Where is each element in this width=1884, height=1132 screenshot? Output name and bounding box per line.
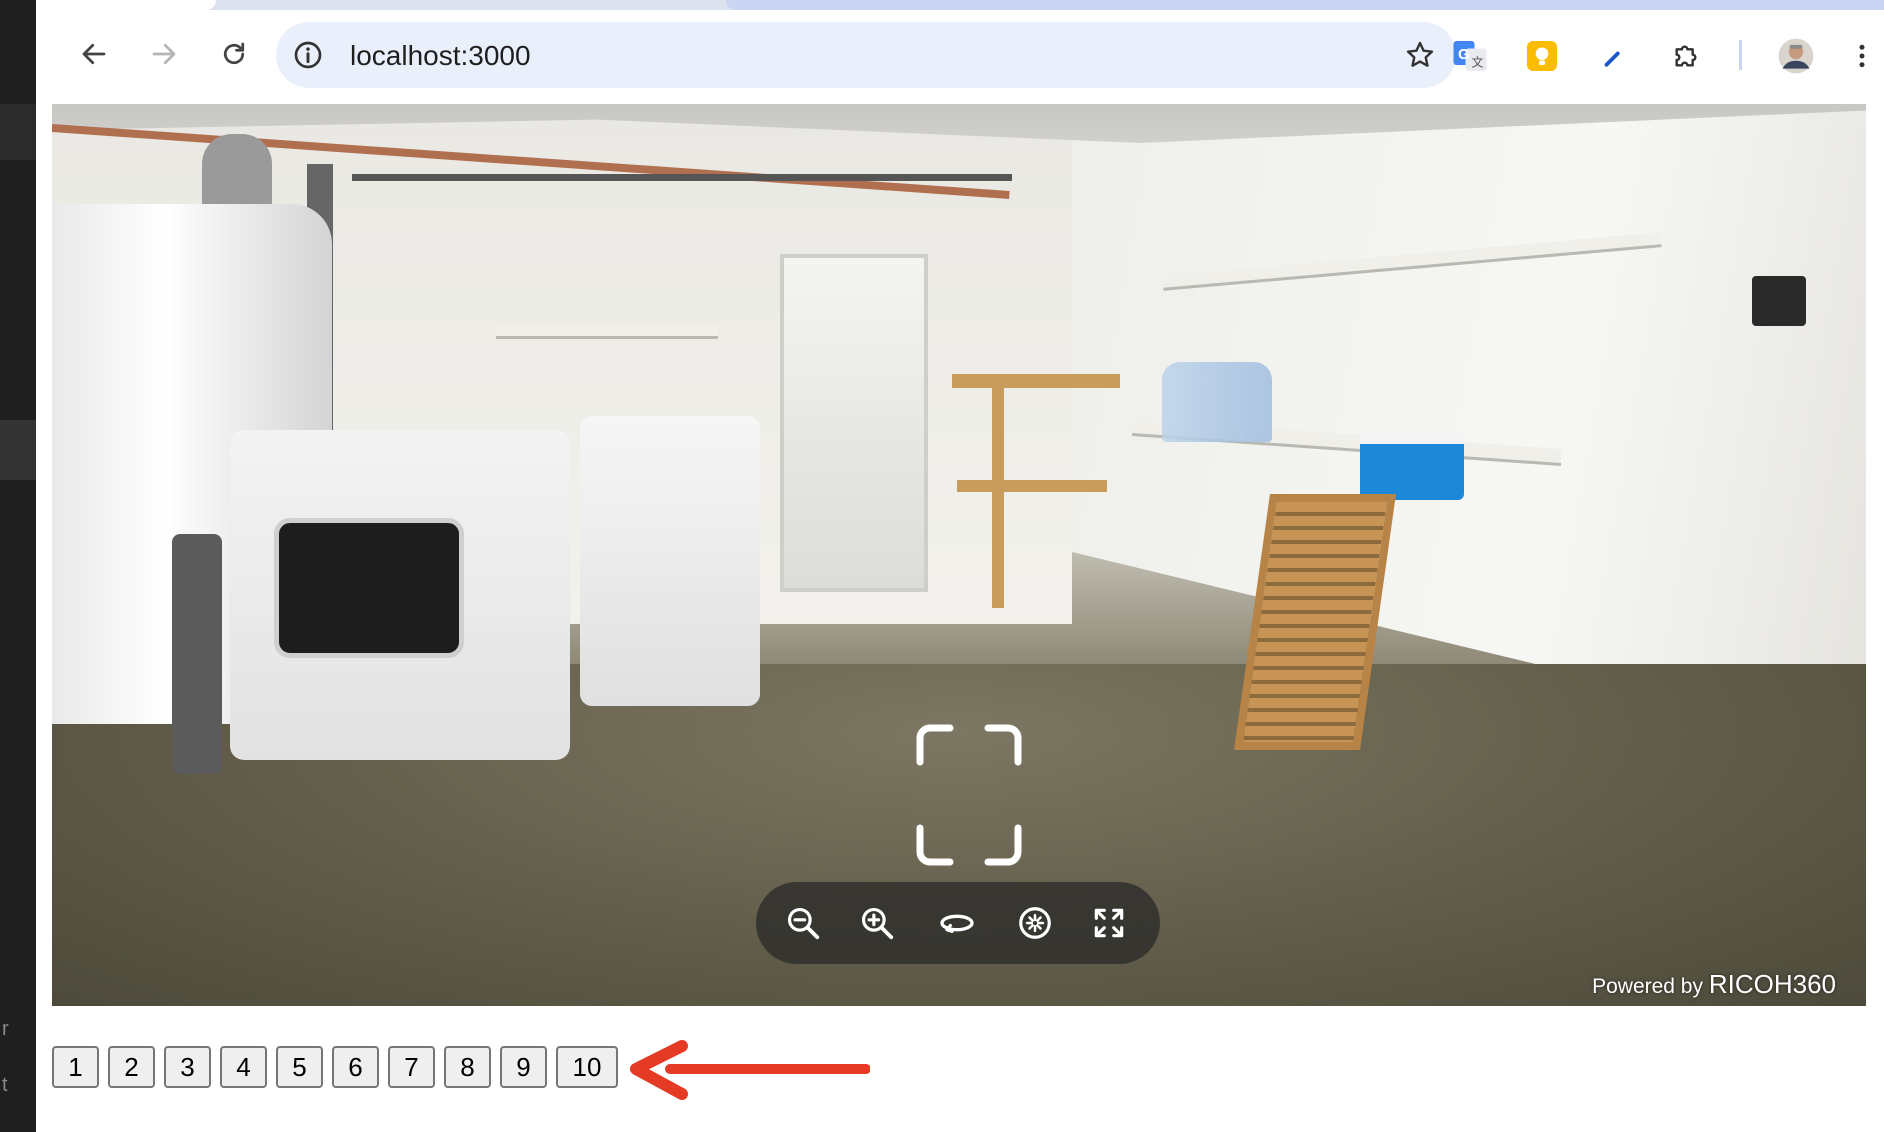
- reload-button[interactable]: [212, 32, 256, 76]
- scene-flue: [172, 534, 222, 774]
- star-icon: [1406, 41, 1434, 67]
- rotate-icon: [940, 914, 974, 933]
- rotate-button[interactable]: [932, 898, 982, 948]
- svg-text:G: G: [1458, 46, 1470, 63]
- url-text[interactable]: localhost:3000: [350, 40, 531, 72]
- inactive-tab[interactable]: [726, 0, 1884, 10]
- scene-dryer: [230, 430, 570, 760]
- extensions-button[interactable]: [1666, 36, 1706, 76]
- background-window-glyph: t: [2, 1074, 8, 1096]
- fullscreen-button[interactable]: [1084, 898, 1134, 948]
- arrow-right-icon: [152, 43, 176, 65]
- scene-water-bottles: [1162, 362, 1272, 442]
- page-button-5[interactable]: 5: [276, 1046, 323, 1088]
- active-tab[interactable]: [36, 0, 216, 10]
- scene-washer: [580, 416, 760, 706]
- zoom-out-icon: [787, 907, 820, 940]
- toolbar-divider: [1739, 40, 1742, 70]
- background-window-band: [0, 420, 36, 480]
- page-button-6[interactable]: 6: [332, 1046, 379, 1088]
- page-button-4[interactable]: 4: [220, 1046, 267, 1088]
- powered-by-prefix: Powered by: [1592, 975, 1703, 998]
- panorama-viewer[interactable]: Powered by RICOH360: [52, 104, 1866, 1006]
- svg-text:文: 文: [1472, 55, 1484, 70]
- reload-icon: [223, 42, 245, 65]
- bookmark-button[interactable]: [1404, 39, 1436, 71]
- powered-by-label: Powered by RICOH360: [1592, 969, 1836, 1000]
- viewer-control-bar: [756, 882, 1160, 964]
- scene-wood-shelf: [957, 480, 1107, 492]
- page-button-1[interactable]: 1: [52, 1046, 99, 1088]
- pen-extension-button[interactable]: [1594, 36, 1634, 76]
- scene-pipe: [352, 174, 1012, 181]
- profile-button[interactable]: [1776, 36, 1816, 76]
- fullscreen-icon: [1094, 908, 1124, 938]
- arrow-left-icon: [82, 43, 106, 65]
- tab-strip: [36, 0, 1884, 10]
- pen-icon: [1604, 51, 1620, 67]
- page-button-2[interactable]: 2: [108, 1046, 155, 1088]
- puzzle-icon: [1675, 45, 1697, 67]
- page-button-10[interactable]: 10: [556, 1046, 618, 1088]
- page-button-3[interactable]: 3: [164, 1046, 211, 1088]
- zoom-out-button[interactable]: [778, 898, 828, 948]
- background-window: r t: [0, 0, 36, 1132]
- back-button[interactable]: [72, 32, 116, 76]
- scene-thermostat: [1752, 276, 1806, 326]
- focus-frame-icon: [916, 724, 1022, 866]
- forward-button[interactable]: [142, 32, 186, 76]
- browser-toolbar: localhost:3000 G文: [36, 10, 1884, 104]
- menu-button[interactable]: [1842, 36, 1882, 76]
- lightbulb-icon: [1527, 41, 1557, 71]
- scene-cooler: [1360, 434, 1464, 500]
- page-button-9[interactable]: 9: [500, 1046, 547, 1088]
- site-info-button[interactable]: [292, 39, 324, 71]
- gyro-button[interactable]: [1010, 898, 1060, 948]
- background-window-glyph: r: [2, 1018, 9, 1040]
- scene-pager: 1 2 3 4 5 6 7 8 9 10: [52, 1046, 618, 1088]
- scene-shelf: [496, 326, 718, 339]
- powered-by-brand: RICOH360: [1708, 969, 1836, 999]
- zoom-in-button[interactable]: [852, 898, 902, 948]
- zoom-in-icon: [861, 907, 894, 940]
- scene-wood-shelf: [992, 388, 1004, 608]
- scene-door: [780, 254, 928, 592]
- page-button-7[interactable]: 7: [388, 1046, 435, 1088]
- page-button-8[interactable]: 8: [444, 1046, 491, 1088]
- three-dot-menu-icon: [1859, 44, 1865, 68]
- scene-wood-shelf: [952, 374, 1120, 388]
- avatar: [1778, 38, 1814, 74]
- google-translate-icon: G文: [1453, 41, 1487, 71]
- background-window-band: [0, 104, 36, 160]
- info-circle-icon: [294, 41, 322, 69]
- annotation-arrow-icon: [630, 1040, 870, 1100]
- keep-extension-button[interactable]: [1522, 36, 1562, 76]
- translate-extension-button[interactable]: G文: [1450, 36, 1490, 76]
- gyro-icon: [1019, 907, 1051, 939]
- address-bar[interactable]: localhost:3000: [276, 22, 1456, 88]
